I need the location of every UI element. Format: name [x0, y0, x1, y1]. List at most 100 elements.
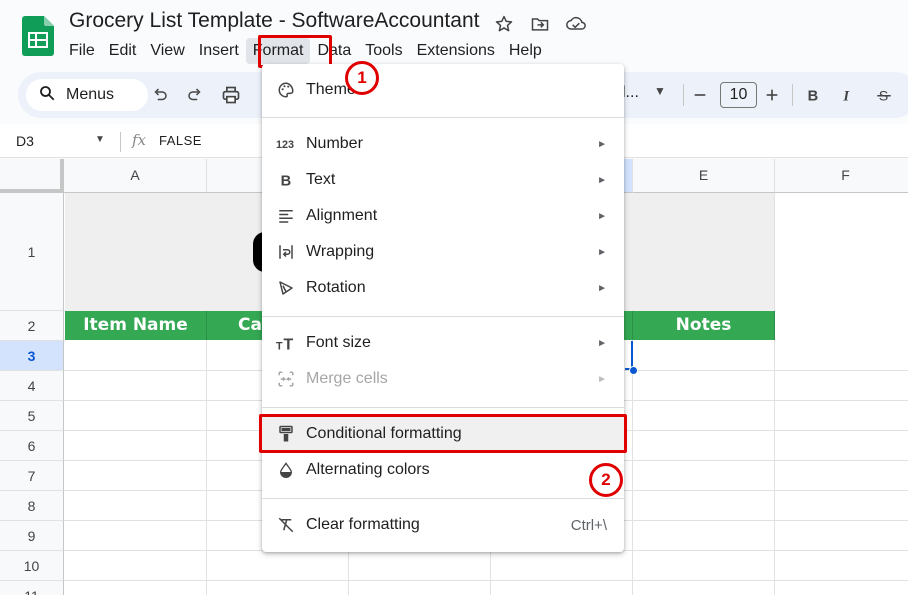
menu-item-wrapping[interactable]: Wrapping ► — [262, 234, 624, 270]
submenu-arrow-icon: ► — [597, 210, 607, 222]
clear-format-icon — [276, 515, 296, 535]
sheets-logo[interactable] — [22, 16, 54, 56]
header-notes[interactable]: Notes — [633, 311, 775, 340]
row-header-4[interactable]: 4 — [0, 371, 64, 401]
row-header-1[interactable]: 1 — [0, 193, 64, 311]
strikethrough-icon[interactable]: S — [872, 83, 896, 107]
row-header-11[interactable]: 11 — [0, 581, 64, 595]
italic-icon[interactable]: I — [836, 83, 860, 107]
font-size-input[interactable]: 10 — [720, 82, 757, 108]
text-wrap-icon — [276, 242, 296, 262]
column-header-e[interactable]: E — [633, 159, 775, 193]
search-icon — [38, 84, 56, 107]
redo-icon[interactable] — [183, 83, 207, 107]
menu-item-label: Number — [306, 135, 363, 152]
select-all-corner[interactable] — [0, 159, 64, 193]
menu-item-rotation[interactable]: Rotation ► — [262, 270, 624, 306]
menu-item-label: Text — [306, 171, 336, 188]
column-header-a[interactable]: A — [64, 159, 207, 193]
menu-item-theme[interactable]: Theme — [262, 72, 624, 108]
menu-item-number[interactable]: 123 Number ► — [262, 126, 624, 162]
star-icon[interactable] — [492, 12, 516, 36]
menu-divider — [262, 407, 624, 408]
number-123-icon: 123 — [276, 134, 296, 154]
menu-item-font-size[interactable]: TT Font size ► — [262, 325, 624, 361]
menu-item-label: Font size — [306, 334, 371, 351]
menu-divider — [262, 498, 624, 499]
menus-search-button[interactable]: Menus — [26, 79, 148, 111]
svg-text:B: B — [281, 173, 292, 188]
column-header-f[interactable]: F — [775, 159, 908, 193]
chevron-down-icon[interactable]: ▼ — [95, 134, 105, 145]
menu-help[interactable]: Help — [502, 38, 549, 64]
format-menu: Theme 123 Number ► B Text ► Alignment ► … — [262, 64, 624, 552]
row-header-9[interactable]: 9 — [0, 521, 64, 551]
row-header-3[interactable]: 3 — [0, 341, 64, 371]
svg-text:I: I — [842, 88, 850, 103]
bold-icon[interactable]: B — [801, 83, 825, 107]
row-header-6[interactable]: 6 — [0, 431, 64, 461]
menu-tools[interactable]: Tools — [358, 38, 409, 64]
menu-item-label: Alternating colors — [306, 461, 430, 478]
menu-item-label: Merge cells — [306, 370, 388, 387]
menu-item-merge-cells: Merge cells ► — [262, 361, 624, 397]
step-1-badge: 1 — [345, 61, 379, 95]
minus-icon[interactable] — [688, 83, 712, 107]
svg-text:B: B — [808, 88, 819, 103]
undo-icon[interactable] — [148, 83, 172, 107]
submenu-arrow-icon: ► — [597, 246, 607, 258]
row-header-7[interactable]: 7 — [0, 461, 64, 491]
step-2-badge: 2 — [589, 463, 623, 497]
menu-insert[interactable]: Insert — [192, 38, 246, 64]
row-header-10[interactable]: 10 — [0, 551, 64, 581]
svg-text:T: T — [284, 337, 294, 352]
menu-divider — [262, 316, 624, 317]
menu-edit[interactable]: Edit — [102, 38, 144, 64]
text-rotation-icon — [276, 278, 296, 298]
menus-search-label: Menus — [66, 86, 115, 103]
menu-item-label: Clear formatting — [306, 516, 420, 533]
svg-text:123: 123 — [276, 139, 294, 151]
conditional-formatting-highlight — [259, 414, 627, 453]
menu-file[interactable]: File — [62, 38, 102, 64]
menu-divider — [262, 117, 624, 118]
row-header-2[interactable]: 2 — [0, 311, 64, 341]
submenu-arrow-icon: ► — [597, 138, 607, 150]
header-item-name[interactable]: Item Name — [65, 311, 207, 340]
row-header-5[interactable]: 5 — [0, 401, 64, 431]
bold-b-icon: B — [276, 170, 296, 190]
menu-item-clear-formatting[interactable]: Clear formatting Ctrl+\ — [262, 507, 624, 543]
menu-item-alternating-colors[interactable]: Alternating colors — [262, 452, 624, 488]
move-folder-icon[interactable] — [528, 12, 552, 36]
plus-icon[interactable] — [760, 83, 784, 107]
menu-item-text[interactable]: B Text ► — [262, 162, 624, 198]
fx-icon: fx — [132, 131, 147, 149]
formula-input[interactable]: FALSE — [159, 133, 202, 148]
menu-view[interactable]: View — [143, 38, 191, 64]
row-header-8[interactable]: 8 — [0, 491, 64, 521]
gridline — [774, 193, 775, 595]
palette-icon — [276, 80, 296, 100]
menu-item-label: Alignment — [306, 207, 378, 224]
align-left-icon — [276, 206, 296, 226]
chevron-down-icon[interactable]: ▼ — [654, 84, 666, 98]
submenu-arrow-icon: ► — [597, 337, 607, 349]
menu-item-label: Wrapping — [306, 243, 375, 260]
gridline — [64, 580, 908, 581]
submenu-arrow-icon: ► — [597, 282, 607, 294]
water-drop-icon — [276, 460, 296, 480]
menu-item-label: Rotation — [306, 279, 366, 296]
font-name-dropdown[interactable]: l... — [622, 84, 639, 102]
svg-text:T: T — [276, 341, 283, 352]
print-icon[interactable] — [219, 83, 243, 107]
fill-handle[interactable] — [629, 366, 638, 375]
document-title[interactable]: Grocery List Template - SoftwareAccounta… — [69, 9, 479, 33]
menu-item-alignment[interactable]: Alignment ► — [262, 198, 624, 234]
cloud-status-icon[interactable] — [564, 12, 588, 36]
name-box[interactable]: D3 — [16, 133, 34, 149]
font-size-icon: TT — [276, 333, 296, 353]
formula-divider — [120, 132, 121, 152]
menu-extensions[interactable]: Extensions — [410, 38, 502, 64]
toolbar-divider — [683, 84, 684, 106]
submenu-arrow-icon: ► — [597, 373, 607, 385]
